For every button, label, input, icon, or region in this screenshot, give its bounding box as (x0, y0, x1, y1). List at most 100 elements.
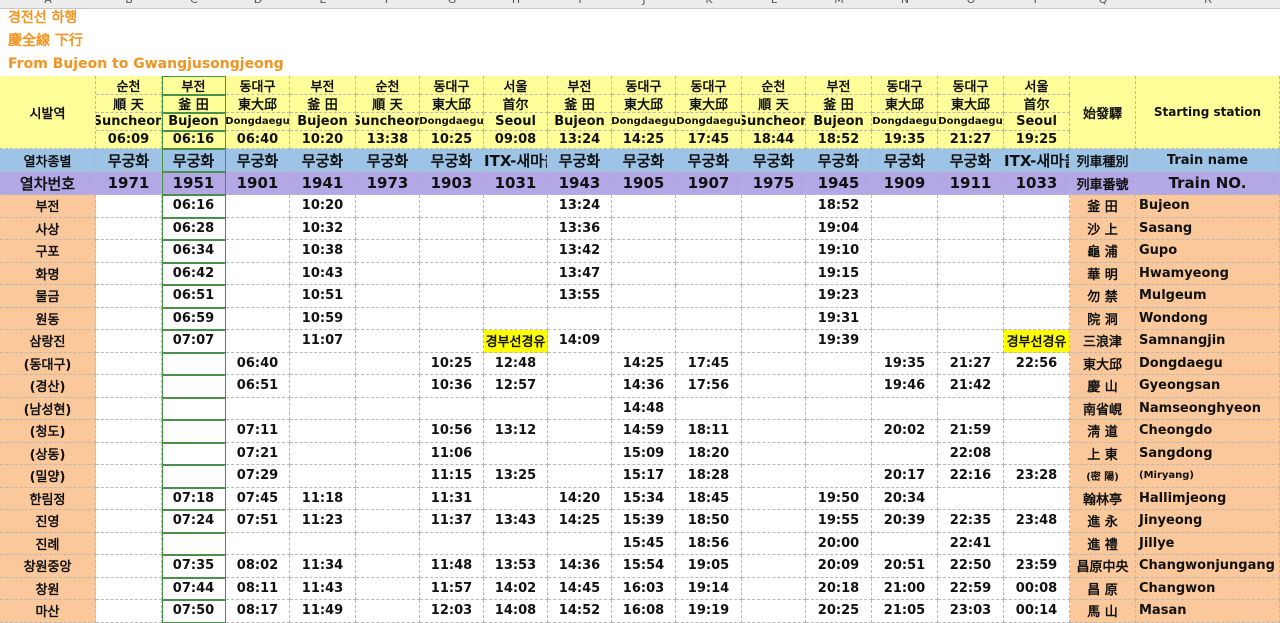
time-cell[interactable]: 10:38 (290, 240, 356, 263)
time-cell[interactable] (96, 217, 162, 240)
time-cell[interactable] (162, 352, 226, 375)
title-line-1[interactable]: 경전선 하행 (8, 8, 77, 28)
time-cell[interactable] (96, 600, 162, 623)
time-cell[interactable]: 22:16 (938, 465, 1004, 488)
time-cell[interactable]: 07:35 (162, 555, 226, 578)
time-cell[interactable] (548, 532, 612, 555)
time-cell[interactable]: 19:46 (872, 375, 938, 398)
column-letter[interactable]: M (829, 0, 849, 7)
time-cell[interactable] (356, 465, 420, 488)
time-cell[interactable]: 10:56 (420, 420, 484, 443)
time-cell[interactable] (96, 307, 162, 330)
time-cell[interactable] (226, 285, 290, 308)
column-letter[interactable]: H (506, 0, 526, 7)
time-cell[interactable] (938, 262, 1004, 285)
time-cell[interactable] (162, 375, 226, 398)
train-type-cell[interactable]: 무궁화 (356, 149, 420, 172)
time-cell[interactable] (806, 352, 872, 375)
time-cell[interactable] (612, 307, 676, 330)
station-name-hanja[interactable]: 三浪津 (1070, 330, 1136, 353)
time-cell[interactable]: 20:17 (872, 465, 938, 488)
time-cell[interactable]: 19:50 (806, 487, 872, 510)
station-name-en[interactable]: Sangdong (1136, 442, 1280, 465)
time-cell[interactable] (742, 442, 806, 465)
time-cell[interactable] (676, 285, 742, 308)
time-cell[interactable] (676, 240, 742, 263)
time-cell[interactable] (742, 510, 806, 533)
header-train-ko[interactable]: 동대구 (420, 76, 484, 95)
header-train-en[interactable]: Suncheon (96, 113, 162, 131)
time-cell[interactable] (742, 217, 806, 240)
header-train-time[interactable]: 18:44 (742, 131, 806, 149)
time-cell[interactable] (356, 532, 420, 555)
time-cell[interactable]: 14:48 (612, 397, 676, 420)
time-cell[interactable] (162, 532, 226, 555)
time-cell[interactable] (676, 217, 742, 240)
station-name-hanja[interactable]: 翰林亭 (1070, 487, 1136, 510)
time-cell[interactable] (356, 195, 420, 218)
time-cell[interactable]: 20:09 (806, 555, 872, 578)
station-name-hanja[interactable]: 上 東 (1070, 442, 1136, 465)
train-type-label-en[interactable]: Train name (1136, 149, 1280, 172)
time-cell[interactable]: 19:10 (806, 240, 872, 263)
time-cell[interactable] (290, 532, 356, 555)
header-train-hanja[interactable]: 釜 田 (806, 95, 872, 113)
time-cell[interactable]: 07:29 (226, 465, 290, 488)
time-cell[interactable]: 19:35 (872, 352, 938, 375)
time-cell[interactable]: 20:18 (806, 577, 872, 600)
train-number-cell[interactable]: 1903 (420, 172, 484, 195)
time-cell[interactable] (742, 285, 806, 308)
time-cell[interactable]: 경부선경유 (1004, 330, 1070, 353)
time-cell[interactable] (742, 465, 806, 488)
station-name-ko[interactable]: 삼랑진 (0, 330, 96, 353)
header-train-ko[interactable]: 서울 (484, 76, 548, 95)
time-cell[interactable]: 13:47 (548, 262, 612, 285)
station-name-en[interactable]: Bujeon (1136, 195, 1280, 218)
time-cell[interactable]: 18:50 (676, 510, 742, 533)
header-train-ko[interactable]: 동대구 (938, 76, 1004, 95)
time-cell[interactable]: 21:59 (938, 420, 1004, 443)
header-train-ko[interactable]: 순천 (742, 76, 806, 95)
header-train-ko[interactable]: 동대구 (676, 76, 742, 95)
station-name-ko[interactable]: 창원 (0, 577, 96, 600)
time-cell[interactable] (872, 532, 938, 555)
column-letter[interactable]: K (699, 0, 719, 7)
station-name-hanja[interactable]: 慶 山 (1070, 375, 1136, 398)
time-cell[interactable]: 10:36 (420, 375, 484, 398)
time-cell[interactable] (742, 262, 806, 285)
time-cell[interactable]: 07:45 (226, 487, 290, 510)
time-cell[interactable]: 10:20 (290, 195, 356, 218)
station-name-ko[interactable]: 진례 (0, 532, 96, 555)
header-train-ko[interactable]: 부전 (806, 76, 872, 95)
time-cell[interactable]: 11:23 (290, 510, 356, 533)
time-cell[interactable] (226, 307, 290, 330)
station-name-en[interactable]: Changwon (1136, 577, 1280, 600)
time-cell[interactable] (290, 352, 356, 375)
header-train-hanja[interactable]: 釜 田 (548, 95, 612, 113)
station-name-ko[interactable]: 화명 (0, 262, 96, 285)
time-cell[interactable] (420, 262, 484, 285)
train-type-cell[interactable]: 무궁화 (290, 149, 356, 172)
time-cell[interactable] (612, 262, 676, 285)
time-cell[interactable]: 20:00 (806, 532, 872, 555)
time-cell[interactable] (1004, 262, 1070, 285)
time-cell[interactable]: 15:54 (612, 555, 676, 578)
station-name-ko[interactable]: 부전 (0, 195, 96, 218)
header-train-hanja[interactable]: 東大邱 (612, 95, 676, 113)
time-cell[interactable] (96, 262, 162, 285)
time-cell[interactable]: 13:53 (484, 555, 548, 578)
header-train-ko[interactable]: 부전 (548, 76, 612, 95)
time-cell[interactable] (872, 307, 938, 330)
train-type-cell[interactable]: 무궁화 (420, 149, 484, 172)
time-cell[interactable]: 22:56 (1004, 352, 1070, 375)
time-cell[interactable] (806, 465, 872, 488)
station-name-ko[interactable]: (경산) (0, 375, 96, 398)
station-name-hanja[interactable]: 昌 原 (1070, 577, 1136, 600)
station-name-hanja[interactable]: 院 洞 (1070, 307, 1136, 330)
time-cell[interactable]: 11:37 (420, 510, 484, 533)
header-train-ko[interactable]: 동대구 (612, 76, 676, 95)
time-cell[interactable] (806, 375, 872, 398)
time-cell[interactable] (742, 600, 806, 623)
train-number-cell[interactable]: 1907 (676, 172, 742, 195)
train-type-cell[interactable]: 무궁화 (938, 149, 1004, 172)
